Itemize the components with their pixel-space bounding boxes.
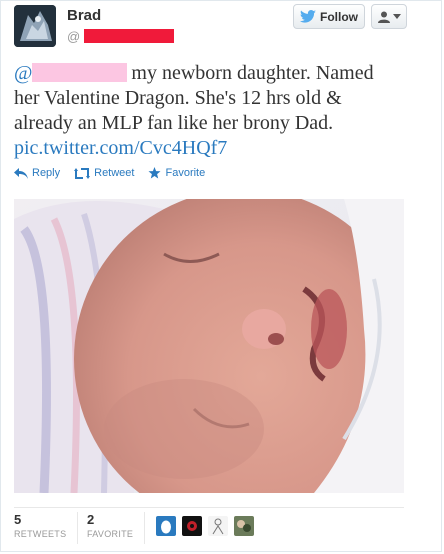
favoriter-avatar-egg[interactable]	[156, 516, 176, 536]
retweet-label: Retweet	[94, 167, 135, 179]
favoriter-avatar-dark[interactable]	[182, 516, 202, 536]
retweet-icon	[74, 167, 91, 179]
reply-label: Reply	[32, 167, 61, 179]
tweet-text: @ my newborn daughter. Named her Valentin…	[14, 61, 434, 161]
caret-down-icon	[392, 13, 401, 19]
media-link[interactable]: pic.twitter.com/Cvc4HQf7	[14, 137, 227, 159]
person-icon	[377, 11, 390, 23]
retweets-count: 5	[14, 512, 22, 527]
stats-separator	[144, 512, 145, 544]
tweet-photo[interactable]	[14, 199, 404, 493]
follow-label: Follow	[320, 9, 358, 24]
tweet-card: Brad @ Follow @ my newborn daughter. Name…	[0, 0, 442, 552]
tweet-text-line1: my newborn daughter. Named	[131, 62, 374, 84]
stats-separator	[77, 512, 78, 544]
user-handle[interactable]: @	[67, 28, 175, 44]
redacted-mention	[32, 63, 128, 82]
favoriter-avatar-photo[interactable]	[234, 516, 254, 536]
redacted-handle	[84, 29, 175, 43]
user-name[interactable]: Brad	[67, 7, 101, 24]
favorite-label: Favorite	[165, 167, 206, 179]
tweet-text-line2: her Valentine Dragon. She's 12 hrs old &	[14, 87, 342, 109]
avatar[interactable]	[14, 5, 56, 47]
handle-at-sign: @	[67, 28, 81, 44]
favoriter-avatar-sketch[interactable]	[208, 516, 228, 536]
retweets-stat[interactable]: 5 RETWEETS	[14, 512, 66, 539]
tweet-actions: Reply Retweet Favorite	[14, 167, 219, 179]
favorites-label: FAVORITE	[87, 529, 134, 539]
reply-icon	[14, 167, 28, 179]
reply-action[interactable]: Reply	[14, 167, 60, 179]
favorites-stat[interactable]: 2 FAVORITE	[87, 512, 133, 539]
favoriters-avatars	[156, 516, 260, 536]
user-actions-dropdown[interactable]	[371, 4, 407, 29]
favorite-action[interactable]: Favorite	[148, 167, 205, 179]
stats-divider	[14, 507, 404, 508]
bird-icon	[300, 10, 316, 23]
retweet-action[interactable]: Retweet	[74, 167, 134, 179]
favorites-count: 2	[87, 512, 95, 527]
follow-button[interactable]: Follow	[293, 4, 365, 29]
tweet-text-line3: already an MLP fan like her brony Dad.	[14, 112, 334, 134]
retweets-label: RETWEETS	[14, 529, 67, 539]
star-icon	[148, 167, 161, 179]
mention-at-sign[interactable]: @	[14, 62, 32, 84]
